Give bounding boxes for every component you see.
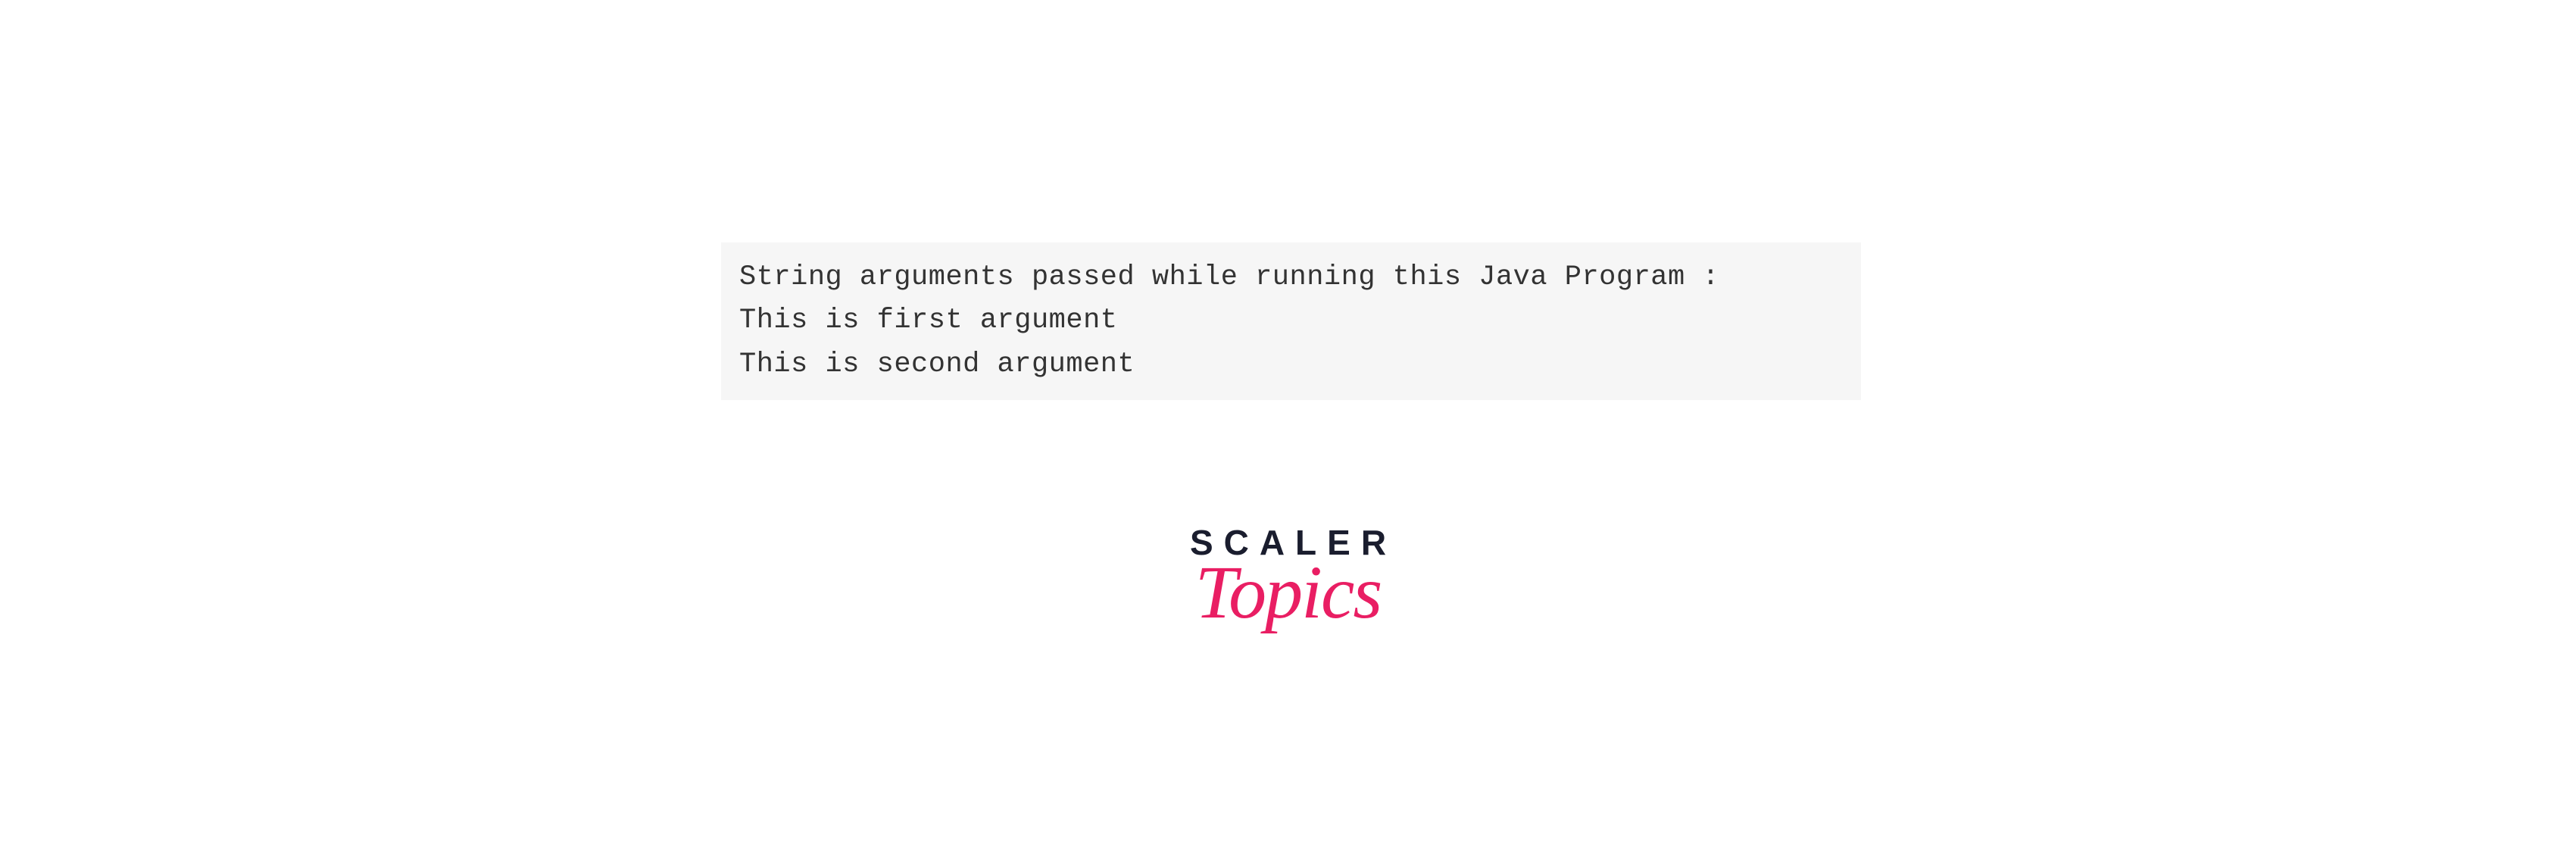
code-line-2: This is first argument <box>739 299 1843 342</box>
code-output-block: String arguments passed while running th… <box>721 242 1861 400</box>
logo-subbrand-text: Topics <box>1179 566 1397 619</box>
code-line-3: This is second argument <box>739 343 1843 386</box>
code-line-1: String arguments passed while running th… <box>739 256 1843 299</box>
scaler-topics-logo: SCALER Topics <box>1179 525 1397 619</box>
